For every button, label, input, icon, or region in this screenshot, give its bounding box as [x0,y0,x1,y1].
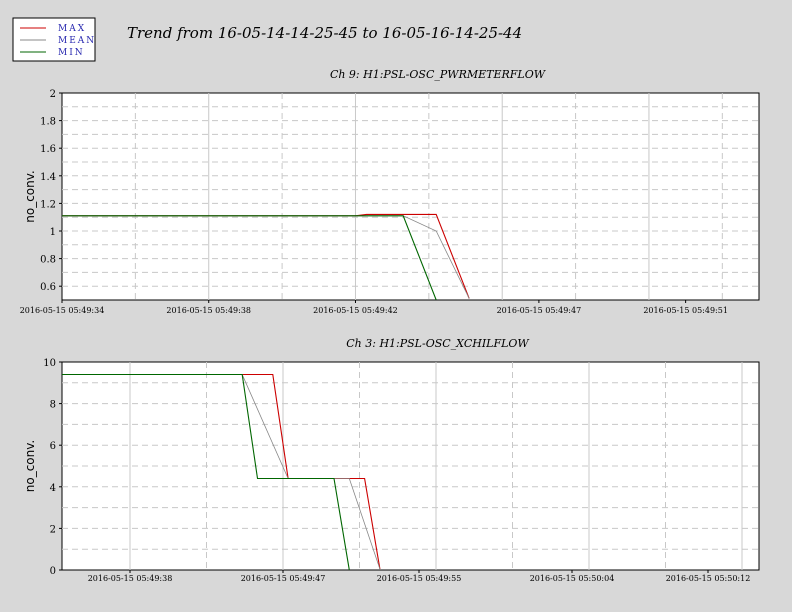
trend-figure: MAX MEAN MIN Trend from 16-05-14-14-25-45 … [12,17,760,583]
x-tick-label: 2016-05-15 05:50:04 [530,574,615,583]
x-tick-label: 2016-05-15 05:49:47 [497,306,582,315]
y-tick-label: 0 [50,566,56,577]
x-tick-label: 2016-05-15 05:49:47 [241,574,326,583]
figure-title: Trend from 16-05-14-14-25-45 to 16-05-16… [127,24,522,42]
x-tick-label: 2016-05-15 05:50:12 [666,574,751,583]
legend-label-max: MAX [58,24,86,34]
panel-title: Ch 3: H1:PSL-OSC_XCHILFLOW [346,337,530,350]
x-tick-label: 2016-05-15 05:49:38 [166,306,251,315]
y-tick-label: 1.8 [40,117,56,128]
y-tick-label: 10 [43,358,56,369]
y-tick-label: 1.6 [40,144,56,155]
plot-area [61,92,760,301]
chart-panel-pwrmeterflow: Ch 9: H1:PSL-OSC_PWRMETERFLOW no_conv. 0.6… [20,68,760,315]
y-tick-label: 8 [50,400,56,411]
chart-panel-xchilflow: Ch 3: H1:PSL-OSC_XCHILFLOW no_conv. 0 2 4 6 8 1… [23,337,760,583]
x-tick-label: 2016-05-15 05:49:42 [313,306,398,315]
y-tick-label: 1 [50,227,56,238]
y-axis-label: no_conv. [23,440,37,492]
y-tick-label: 6 [50,441,56,452]
y-tick-label: 4 [50,483,56,494]
y-tick-label: 1.2 [40,199,56,210]
panel-title: Ch 9: H1:PSL-OSC_PWRMETERFLOW [330,68,547,81]
legend: MAX MEAN MIN [12,17,96,62]
legend-label-min: MIN [58,48,85,58]
y-tick-label: 1.4 [40,172,56,183]
x-tick-label: 2016-05-15 05:49:55 [377,574,462,583]
y-tick-label: 0.8 [40,255,56,266]
x-tick-label: 2016-05-15 05:49:38 [88,574,173,583]
y-axis-label: no_conv. [23,170,37,222]
y-tick-label: 0.6 [40,282,56,293]
x-tick-label: 2016-05-15 05:49:34 [20,306,105,315]
y-tick-label: 2 [50,89,56,100]
y-tick-label: 2 [50,524,56,535]
x-tick-label: 2016-05-15 05:49:51 [643,306,728,315]
legend-label-mean: MEAN [58,36,96,46]
